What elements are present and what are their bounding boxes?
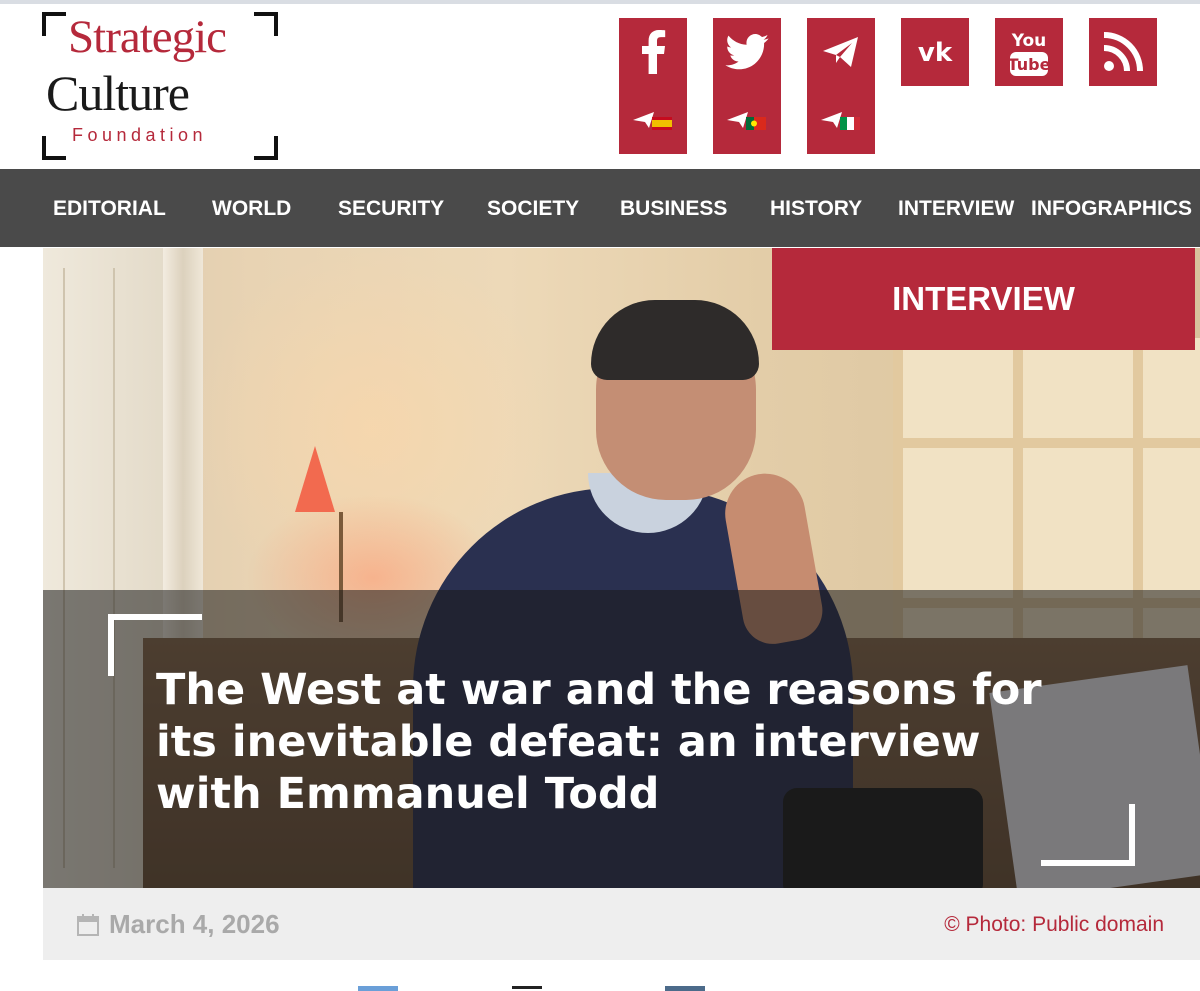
nav-item-interview[interactable]: INTERVIEW [898,197,1014,221]
vk-button[interactable]: vk [901,18,969,86]
article-meta-bar: March 4, 2026 © Photo: Public domain [43,888,1200,960]
hero-person-hair [591,300,759,380]
nav-item-society[interactable]: SOCIETY [487,197,579,221]
youtube-icon: You Tube [1008,31,1050,76]
site-logo[interactable]: Strategic Culture Foundation [42,12,278,160]
twitter-icon [725,34,769,70]
telegram-es-icon [633,112,672,130]
hero-window-frame [893,438,1200,448]
nav-item-infographics[interactable]: INFOGRAPHICS [1031,197,1192,221]
top-border [0,0,1200,4]
telegram-icon [823,37,858,67]
nav-item-security[interactable]: SECURITY [338,197,444,221]
logo-corner [254,12,278,36]
category-badge[interactable]: INTERVIEW [772,248,1195,350]
telegram-it-icon [821,112,860,130]
calendar-icon [77,914,99,936]
twitter-button[interactable] [713,18,781,154]
rss-icon [1103,32,1143,72]
nav-item-world[interactable]: WORLD [212,197,291,221]
logo-corner [42,12,66,36]
telegram-pt-icon [727,112,766,130]
logo-line-culture: Culture [46,65,190,121]
youtube-top-text: You [1011,31,1047,51]
rss-button[interactable] [1089,18,1157,86]
main-nav: EDITORIAL WORLD SECURITY SOCIETY BUSINES… [0,169,1200,247]
facebook-icon [642,30,666,74]
nav-item-history[interactable]: HISTORY [770,197,862,221]
vk-icon: vk [918,38,953,66]
logo-line-foundation: Foundation [72,125,208,145]
logo-line-strategic: Strategic [68,11,227,63]
youtube-button[interactable]: You Tube [995,18,1063,86]
share-button-partial[interactable] [512,986,542,991]
logo-corner [254,136,278,160]
article-title[interactable]: The West at war and the reasons for its … [156,664,1086,820]
share-button-partial[interactable] [358,986,398,991]
svg-text:vk: vk [918,38,953,66]
logo-corner [42,136,66,160]
share-button-partial[interactable] [665,986,705,991]
youtube-bottom-text: Tube [1008,55,1050,74]
nav-item-business[interactable]: BUSINESS [620,197,727,221]
nav-item-editorial[interactable]: EDITORIAL [53,197,166,221]
facebook-button[interactable] [619,18,687,154]
telegram-button[interactable] [807,18,875,154]
hero-lampshade [295,446,335,512]
photo-credit: © Photo: Public domain [944,913,1164,936]
article-date: March 4, 2026 [109,909,280,939]
